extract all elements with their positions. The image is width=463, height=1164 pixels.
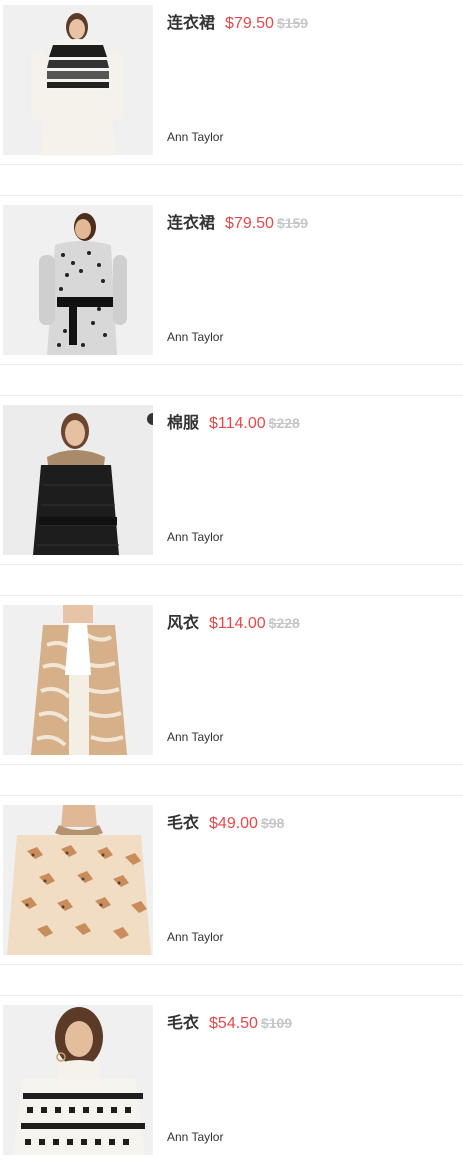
original-price: $109 [260,1015,293,1031]
product-image[interactable] [3,805,153,955]
product-card[interactable]: 棉服 $114.00 $228 Ann Taylor [0,400,463,565]
sale-price: $114.00 [209,415,266,432]
original-price: $228 [268,615,300,631]
original-price: $159 [276,15,309,31]
product-title-row: 连衣裙 $79.50 $159 [167,12,308,35]
product-name[interactable]: 连衣裙 [167,13,215,32]
brand-name: Ann Taylor [167,1130,224,1144]
product-title-row: 风衣 $114.00 $228 [167,612,300,635]
sale-price: $79.50 [225,215,274,232]
card-divider [0,565,463,596]
product-name[interactable]: 连衣裙 [167,213,215,232]
card-divider [0,765,463,796]
product-title-row: 棉服 $114.00 $228 [167,412,300,435]
product-card[interactable]: 毛衣 $49.00 $98 Ann Taylor [0,800,463,965]
product-image[interactable] [3,5,153,155]
product-name[interactable]: 棉服 [167,413,199,432]
card-divider [0,965,463,996]
product-card[interactable]: 连衣裙 $79.50 $159 Ann Taylor [0,0,463,165]
product-name[interactable]: 风衣 [167,613,199,632]
product-image[interactable] [3,405,153,555]
product-title-row: 毛衣 $54.50 $109 [167,1012,292,1035]
product-image[interactable] [3,605,153,755]
sale-price: $49.00 [209,815,258,832]
brand-name: Ann Taylor [167,930,224,944]
product-image[interactable] [3,205,153,355]
product-card[interactable]: 风衣 $114.00 $228 Ann Taylor [0,600,463,765]
brand-name: Ann Taylor [167,530,224,544]
card-divider [0,365,463,396]
product-title-row: 连衣裙 $79.50 $159 [167,212,308,235]
sale-price: $79.50 [225,15,274,32]
product-card[interactable]: 连衣裙 $79.50 $159 Ann Taylor [0,200,463,365]
sale-price: $114.00 [209,615,266,632]
product-image[interactable] [3,1005,153,1155]
product-name[interactable]: 毛衣 [167,813,199,832]
brand-name: Ann Taylor [167,330,224,344]
brand-name: Ann Taylor [167,730,224,744]
product-card[interactable]: 毛衣 $54.50 $109 Ann Taylor [0,1000,463,1164]
product-title-row: 毛衣 $49.00 $98 [167,812,284,835]
card-divider [0,165,463,196]
product-name[interactable]: 毛衣 [167,1013,199,1032]
original-price: $228 [268,415,300,431]
original-price: $98 [260,815,285,831]
original-price: $159 [276,215,309,231]
sale-price: $54.50 [209,1015,258,1032]
brand-name: Ann Taylor [167,130,224,144]
